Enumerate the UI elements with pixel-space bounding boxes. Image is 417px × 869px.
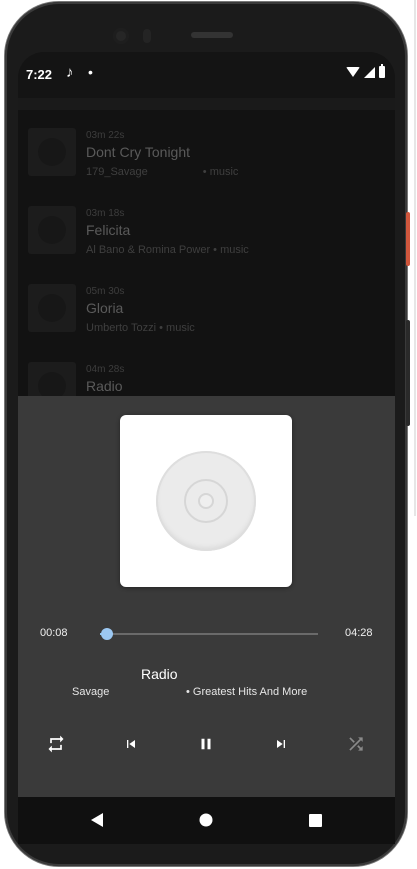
power-button [406, 212, 410, 266]
repeat-icon [48, 735, 64, 753]
seek-thumb[interactable] [100, 628, 113, 640]
shuffle-icon [349, 737, 363, 751]
app-bar [18, 98, 395, 110]
home-button[interactable] [195, 809, 217, 831]
status-time: 7:22 [26, 67, 53, 82]
status-icons [346, 64, 385, 78]
screen: 7:22 ♪ • 03m 22s Dont Cry Tonight 179_Sa… [18, 52, 395, 844]
pause-icon [201, 738, 211, 750]
skip-next-icon [277, 740, 285, 748]
skip-previous-icon [127, 740, 135, 748]
track-duration: 03m 18s [86, 208, 125, 219]
track-duration: 05m 30s [86, 286, 125, 297]
track-duration: 04m 28s [86, 364, 125, 375]
front-sensor [143, 29, 151, 43]
list-item[interactable]: 03m 18s Felicita Al Bano & Romina Power … [18, 188, 395, 258]
screen-edge [414, 0, 416, 516]
next-button[interactable] [265, 728, 297, 760]
back-icon [91, 813, 103, 827]
track-thumbnail [28, 128, 76, 176]
back-button[interactable] [86, 809, 108, 831]
status-bar: 7:22 ♪ • [18, 52, 395, 98]
volume-button [406, 320, 410, 426]
repeat-button[interactable] [40, 728, 72, 760]
total-time: 04:28 [345, 627, 373, 639]
now-playing-album: • Greatest Hits And More [186, 686, 308, 698]
now-playing-panel: 00:08 04:28 Radio Savage • Greatest Hits… [18, 396, 395, 797]
now-playing-title: Radio [141, 666, 178, 682]
battery-icon [379, 64, 385, 78]
track-title: Felicita [86, 222, 131, 238]
list-item[interactable]: 03m 22s Dont Cry Tonight 179_Savage • mu… [18, 110, 395, 180]
track-list: 03m 22s Dont Cry Tonight 179_Savage • mu… [18, 110, 395, 410]
disc-icon [156, 451, 256, 551]
pause-button[interactable] [190, 728, 222, 760]
system-nav-bar [18, 797, 395, 844]
track-title: Radio [86, 378, 123, 394]
signal-icon [364, 66, 375, 78]
recents-icon [308, 813, 322, 827]
track-thumbnail [28, 284, 76, 332]
home-icon [199, 813, 213, 827]
recents-button[interactable] [304, 809, 326, 831]
track-meta: Umberto Tozzi • music [86, 322, 195, 334]
track-title: Dont Cry Tonight [86, 144, 191, 160]
status-dot: • [88, 64, 93, 80]
track-meta: Al Bano & Romina Power • music [86, 244, 249, 256]
elapsed-time: 00:08 [40, 627, 68, 639]
front-camera [113, 28, 129, 44]
track-title: Gloria [86, 300, 124, 316]
track-meta: 179_Savage • music [86, 166, 239, 178]
shuffle-button[interactable] [340, 728, 372, 760]
wifi-icon [346, 67, 360, 77]
disc-hole [198, 493, 214, 509]
music-note-icon: ♪ [66, 64, 74, 81]
track-thumbnail [28, 206, 76, 254]
now-playing-artist: Savage [72, 686, 110, 698]
previous-button[interactable] [115, 728, 147, 760]
album-art [120, 415, 292, 587]
track-duration: 03m 22s [86, 130, 125, 141]
seek-bar[interactable] [100, 628, 318, 640]
list-item[interactable]: 05m 30s Gloria Umberto Tozzi • music [18, 266, 395, 336]
earpiece-speaker [191, 32, 233, 38]
